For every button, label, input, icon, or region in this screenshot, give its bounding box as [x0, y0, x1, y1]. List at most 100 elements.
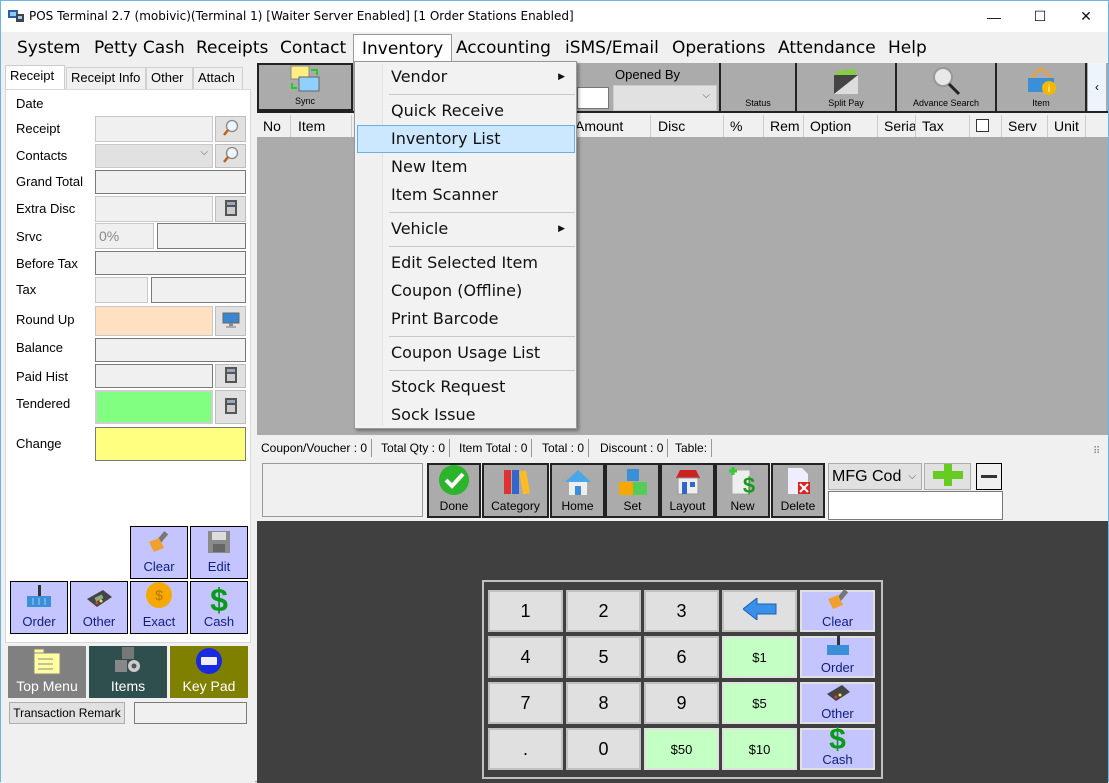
menu-item-edit-selected-item[interactable]: Edit Selected Item — [357, 249, 575, 277]
sync-button[interactable]: Sync — [257, 63, 353, 111]
key-1[interactable]: 1 — [488, 590, 563, 632]
keypad-cash-button[interactable]: $ Cash — [800, 725, 875, 770]
exact-button[interactable]: $ Exact — [130, 581, 188, 634]
new-item-button[interactable]: $ New — [715, 463, 770, 518]
receipt-search-button[interactable] — [215, 116, 246, 142]
close-button[interactable]: ✕ — [1063, 1, 1109, 32]
menu-item-item-scanner[interactable]: Item Scanner — [357, 181, 575, 209]
toolbar-text-field[interactable] — [577, 87, 609, 109]
top-menu-button[interactable]: Top Menu — [8, 646, 86, 698]
menu-item-coupon-usage-list[interactable]: Coupon Usage List — [357, 339, 575, 367]
key-8[interactable]: 8 — [566, 682, 641, 724]
order-button[interactable]: Order — [10, 581, 68, 634]
col-no[interactable]: No — [257, 115, 291, 137]
extra-disc-field[interactable] — [95, 196, 213, 222]
menu-item-inventory-list[interactable]: Inventory List — [357, 125, 575, 153]
receipt-field[interactable] — [95, 116, 213, 142]
resize-grip-icon[interactable]: ⠿ — [1093, 441, 1100, 463]
key-pad-button[interactable]: Key Pad — [170, 646, 248, 698]
menu-item-sock-issue[interactable]: Sock Issue — [357, 401, 575, 429]
menu-isms-email[interactable]: iSMS/Email — [557, 34, 667, 62]
col-unit[interactable]: Unit — [1048, 115, 1086, 137]
contacts-select[interactable]: ⌵ — [95, 144, 213, 168]
tax-rate-field[interactable] — [95, 277, 148, 303]
menu-system[interactable]: System — [9, 34, 88, 62]
menu-attendance[interactable]: Attendance — [770, 34, 884, 62]
key-5[interactable]: 5 — [566, 636, 641, 678]
menu-inventory[interactable]: Inventory — [353, 34, 453, 64]
keypad-order-button[interactable]: Order — [800, 635, 875, 678]
key-decimal[interactable]: . — [488, 728, 563, 770]
done-button[interactable]: Done — [427, 463, 481, 518]
key-6[interactable]: 6 — [644, 636, 719, 678]
tab-other[interactable]: Other — [146, 67, 193, 89]
menu-item-new-item[interactable]: New Item — [357, 153, 575, 181]
edit-button[interactable]: Edit — [190, 526, 248, 579]
col-serv[interactable]: Serv — [1002, 115, 1048, 137]
backspace-key[interactable] — [722, 590, 797, 632]
col-percent[interactable]: % — [724, 115, 764, 137]
tab-attach[interactable]: Attach — [193, 67, 243, 89]
money-50-key[interactable]: $50 — [644, 728, 719, 770]
money-1-key[interactable]: $1 — [722, 636, 797, 678]
extra-disc-calculator-button[interactable] — [215, 196, 246, 222]
col-rem[interactable]: Rem — [764, 115, 804, 137]
menu-operations[interactable]: Operations — [664, 34, 773, 62]
money-10-key[interactable]: $10 — [722, 728, 797, 770]
maximize-button[interactable]: ☐ — [1017, 1, 1063, 32]
home-button[interactable]: Home — [550, 463, 605, 518]
remove-button[interactable] — [976, 463, 1002, 490]
menu-accounting[interactable]: Accounting — [448, 34, 559, 62]
key-0[interactable]: 0 — [566, 728, 641, 770]
items-button[interactable]: Items — [89, 646, 167, 698]
add-button[interactable] — [924, 463, 971, 490]
layout-button[interactable]: Layout — [660, 463, 715, 518]
item-info-button[interactable]: i Item — [997, 63, 1087, 111]
minimize-button[interactable]: — — [971, 1, 1017, 32]
search-mode-select[interactable]: MFG Cod ⌵ — [828, 463, 922, 490]
menu-item-print-barcode[interactable]: Print Barcode — [357, 305, 575, 333]
advance-search-button[interactable]: Advance Search — [897, 63, 997, 111]
menu-item-vendor[interactable]: Vendor ▶ — [357, 63, 575, 91]
menu-receipts[interactable]: Receipts — [188, 34, 276, 62]
keypad-other-button[interactable]: Other — [800, 682, 875, 724]
category-button[interactable]: Category — [482, 463, 549, 518]
other-payment-button[interactable]: Other — [70, 581, 128, 634]
tendered-field[interactable] — [95, 390, 213, 424]
menu-item-quick-receive[interactable]: Quick Receive — [357, 97, 575, 125]
round-up-button[interactable] — [215, 306, 246, 336]
menu-petty-cash[interactable]: Petty Cash — [86, 34, 193, 62]
menu-item-vehicle[interactable]: Vehicle ▶ — [357, 215, 575, 243]
contacts-search-button[interactable] — [215, 144, 246, 168]
col-serial[interactable]: Seria — [878, 115, 916, 137]
menu-item-coupon-offline[interactable]: Coupon (Offline) — [357, 277, 575, 305]
col-item[interactable]: Item — [292, 115, 352, 137]
col-tax[interactable]: Tax — [916, 115, 970, 137]
paid-hist-calculator-button[interactable] — [215, 364, 246, 388]
split-pay-button[interactable]: Split Pay — [797, 63, 897, 111]
tab-receipt[interactable]: Receipt — [5, 65, 65, 90]
srvc-percent-field[interactable]: 0% — [95, 223, 154, 249]
set-button[interactable]: Set — [605, 463, 660, 518]
col-amount[interactable]: Amount — [569, 115, 651, 137]
keypad-clear-button[interactable]: Clear — [800, 589, 875, 632]
key-7[interactable]: 7 — [488, 682, 563, 724]
delete-button[interactable]: Delete — [771, 463, 825, 518]
opened-by-select[interactable]: ⌵ — [613, 85, 717, 111]
tendered-calculator-button[interactable] — [215, 390, 246, 424]
col-select-all[interactable] — [970, 115, 1002, 137]
status-button[interactable]: Status — [719, 63, 797, 111]
menu-item-stock-request[interactable]: Stock Request — [357, 373, 575, 401]
round-up-field[interactable] — [95, 306, 213, 336]
menu-contact[interactable]: Contact — [272, 34, 354, 62]
key-2[interactable]: 2 — [566, 590, 641, 632]
clear-button[interactable]: Clear — [130, 526, 188, 579]
key-9[interactable]: 9 — [644, 682, 719, 724]
transaction-remark-button[interactable]: Transaction Remark — [9, 702, 125, 724]
toolbar-collapse-button[interactable]: ‹ — [1088, 63, 1106, 111]
money-5-key[interactable]: $5 — [722, 682, 797, 724]
tab-receipt-info[interactable]: Receipt Info — [66, 67, 146, 89]
cash-button[interactable]: $ Cash — [190, 581, 248, 634]
search-code-input[interactable] — [828, 491, 1003, 520]
menu-help[interactable]: Help — [880, 34, 935, 62]
